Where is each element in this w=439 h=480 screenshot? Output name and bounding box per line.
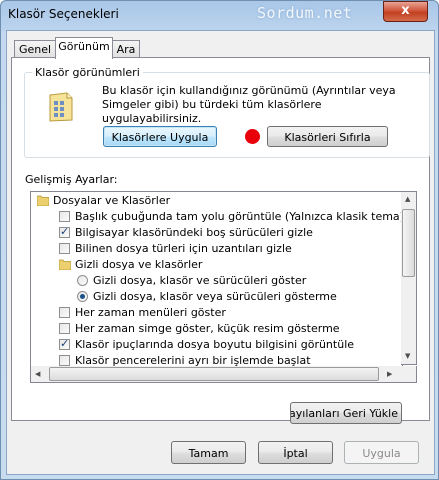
tree-row-label: Klasör pencerelerini ayrı bir işlemde ba… [75, 354, 311, 367]
scroll-down-arrow-icon[interactable]: ▼ [405, 352, 410, 360]
checkbox[interactable] [59, 307, 70, 318]
tree-row-label: Gizli dosya, klasör veya sürücüleri göst… [93, 290, 337, 303]
vertical-scroll-thumb[interactable] [402, 209, 415, 277]
scroll-left-arrow-icon[interactable]: ◀ [35, 370, 40, 378]
title-bar[interactable]: Klasör Seçenekleri Sordum.net x [0, 0, 439, 30]
tree-row-label: Dosyalar ve Klasörler [53, 194, 171, 207]
scrollbar-corner [401, 366, 417, 383]
tree-row-label: Başlık çubuğunda tam yolu görüntüle (Yal… [75, 210, 403, 223]
tree-row-label: Bilinen dosya türleri için uzantıları gi… [75, 242, 292, 255]
apply-to-folders-button[interactable]: Klasörlere Uygula [103, 126, 217, 147]
tree-row-label: Gizli dosya ve klasörler [75, 258, 203, 271]
restore-defaults-label: Varsayılanları Geri Yükle [291, 407, 398, 420]
tree-row-label: Klasör ipuçlarında dosya boyutu bilgisin… [75, 338, 355, 351]
advanced-settings-tree[interactable]: Dosyalar ve Klasörler Başlık çubuğunda t… [30, 191, 403, 367]
checkbox[interactable] [59, 336, 70, 352]
red-dot-marker [245, 129, 260, 144]
window-title: Klasör Seçenekleri [8, 7, 119, 21]
checkbox[interactable] [59, 211, 70, 222]
watermark: Sordum.net [257, 4, 353, 22]
folder-icon [37, 195, 49, 206]
horizontal-scrollbar[interactable]: ◀ ▶ [30, 366, 401, 383]
apply-button[interactable]: Uygula [344, 441, 419, 464]
reset-folders-button[interactable]: Klasörleri Sıfırla [267, 126, 388, 147]
folder-icon [59, 259, 71, 270]
radio-button[interactable] [77, 291, 88, 302]
close-button[interactable]: x [383, 1, 428, 22]
checkbox[interactable] [59, 224, 70, 240]
tree-row-label: Gizli dosya, klasör ve sürücüleri göster [93, 274, 307, 287]
scroll-right-arrow-icon[interactable]: ▶ [387, 370, 392, 378]
folder-views-description: Bu klasör için kullandığınız görünümü (A… [102, 84, 396, 125]
folder-view-icon [49, 92, 73, 122]
advanced-settings-label: Gelişmiş Ayarlar: [25, 173, 118, 186]
radio-button[interactable] [77, 275, 88, 286]
checkbox[interactable] [59, 355, 70, 366]
scroll-up-arrow-icon[interactable]: ▲ [405, 195, 410, 203]
folder-views-title: Klasör görünümleri [32, 66, 143, 79]
checkbox[interactable] [59, 243, 70, 254]
tree-row-label: Her zaman simge göster, küçük resim göst… [75, 322, 340, 335]
tree-row-label: Bilgisayar klasöründeki boş sürücüleri g… [75, 226, 313, 239]
ok-button[interactable]: Tamam [171, 441, 246, 464]
restore-defaults-button[interactable]: Varsayılanları Geri Yükle [290, 402, 402, 424]
tree-row-label: Her zaman menüleri göster [75, 306, 226, 319]
tab-view[interactable]: Görünüm [55, 37, 113, 59]
cancel-button[interactable]: İptal [258, 441, 333, 464]
horizontal-scroll-thumb[interactable] [49, 367, 379, 381]
vertical-scrollbar[interactable]: ▲ ▼ [401, 191, 417, 365]
checkbox[interactable] [59, 323, 70, 334]
